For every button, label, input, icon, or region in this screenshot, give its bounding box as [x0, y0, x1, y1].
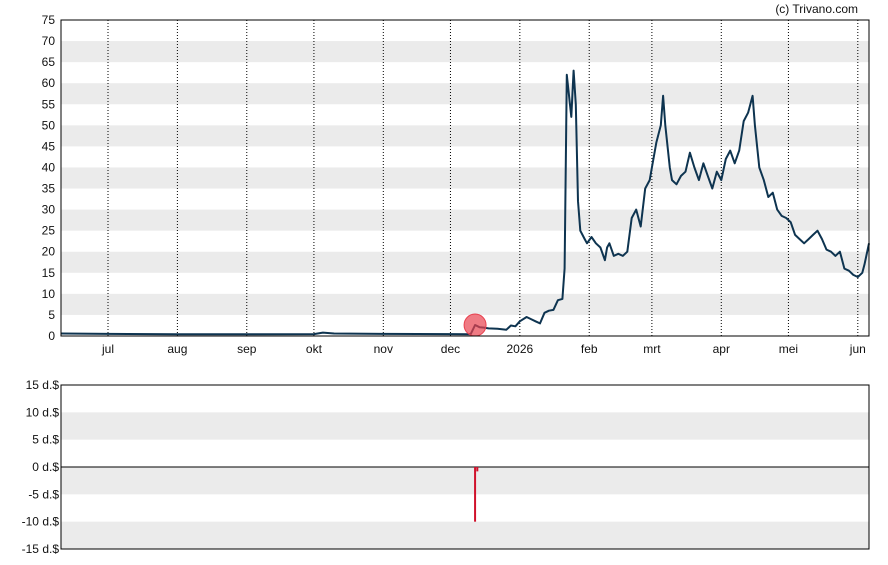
flow-band [61, 412, 869, 440]
price-band [61, 83, 869, 105]
y-tick-label: 30 [42, 203, 56, 217]
price-band [61, 251, 869, 273]
flow-band [61, 467, 869, 495]
flow-bar [476, 467, 479, 472]
flow-panel: 15 d.$ 10 d.$ 5 d.$ 0 d.$ -5 d.$ -10 d.$ -15 d… [22, 378, 870, 556]
x-tick-label: dec [441, 342, 460, 356]
y-tick-label: 20 [42, 245, 56, 259]
y-tick-label: 15 [42, 266, 56, 280]
event-marker [463, 313, 487, 337]
y-tick-label: 25 [42, 224, 56, 238]
y-tick-label: 45 [42, 139, 56, 153]
x-tick-label: mrt [643, 342, 661, 356]
y-tick-label: 10 [42, 287, 56, 301]
price-band [61, 167, 869, 189]
y-tick-label: 75 [42, 13, 56, 27]
y-tick-label: 55 [42, 97, 56, 111]
flow-y-axis: 15 d.$ 10 d.$ 5 d.$ 0 d.$ -5 d.$ -10 d.$ -15 d… [22, 378, 60, 556]
x-tick-label: feb [581, 342, 598, 356]
price-band [61, 293, 869, 315]
price-event-markers [463, 313, 487, 337]
chart-canvas: (c) Trivano.com 0 5 10 15 20 25 30 35 40 45 50 55 60… [22, 2, 870, 556]
credit-label: (c) Trivano.com [775, 2, 858, 16]
x-tick-label: jul [101, 342, 114, 356]
price-x-axis: jul aug sep okt nov dec 2026 feb mrt apr mei jun [101, 342, 866, 356]
x-tick-label: jun [849, 342, 866, 356]
y-tick-label: 35 [42, 182, 56, 196]
flow-y-tick-label: 15 d.$ [26, 378, 60, 392]
flow-y-tick-label: 0 d.$ [32, 460, 59, 474]
x-tick-label: okt [306, 342, 323, 356]
y-tick-label: 70 [42, 34, 56, 48]
y-tick-label: 65 [42, 55, 56, 69]
price-y-axis: 0 5 10 15 20 25 30 35 40 45 50 55 60 65 70 75 [42, 13, 56, 343]
flow-y-tick-label: -15 d.$ [22, 542, 60, 556]
flow-bar [474, 467, 477, 522]
price-band [61, 209, 869, 231]
flow-y-tick-label: 5 d.$ [32, 433, 59, 447]
x-tick-label: aug [167, 342, 187, 356]
x-tick-label: nov [374, 342, 393, 356]
x-tick-label: apr [713, 342, 730, 356]
price-panel: 0 5 10 15 20 25 30 35 40 45 50 55 60 65 70 75 jul aug sep… [42, 13, 870, 356]
flow-y-tick-label: -5 d.$ [28, 487, 59, 501]
x-tick-label: sep [237, 342, 257, 356]
x-tick-label: 2026 [506, 342, 533, 356]
price-band [61, 41, 869, 63]
y-tick-label: 60 [42, 76, 56, 90]
x-tick-label: mei [779, 342, 798, 356]
flow-y-tick-label: 10 d.$ [26, 405, 60, 419]
flow-band [61, 521, 869, 549]
flow-y-tick-label: -10 d.$ [22, 515, 60, 529]
y-tick-label: 0 [48, 329, 55, 343]
price-band [61, 125, 869, 147]
y-tick-label: 40 [42, 160, 56, 174]
price-bands [61, 41, 869, 315]
y-tick-label: 50 [42, 118, 56, 132]
flow-bands [61, 412, 869, 549]
y-tick-label: 5 [48, 308, 55, 322]
